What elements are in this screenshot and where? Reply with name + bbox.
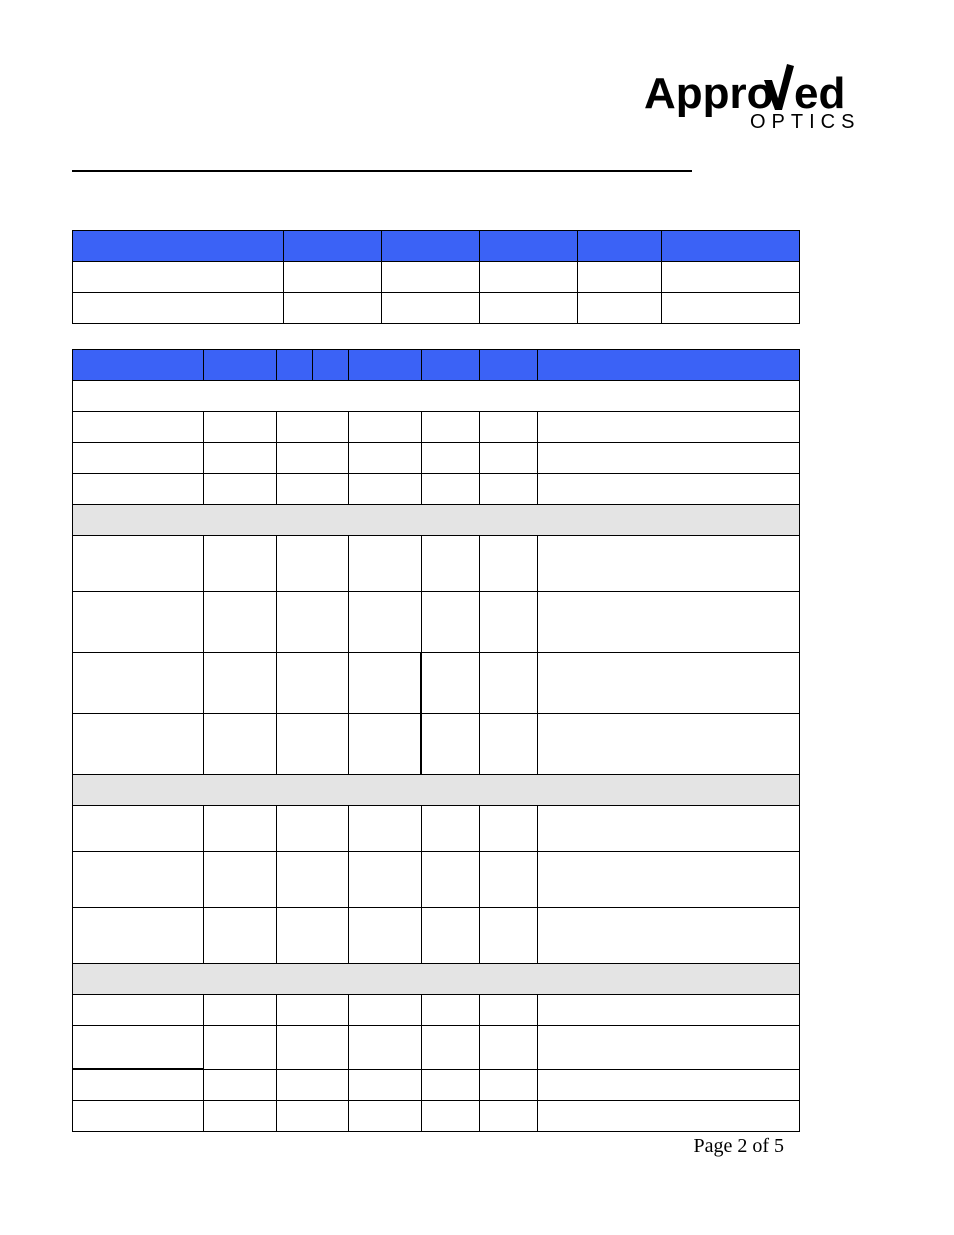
table2-group3-title — [73, 964, 800, 995]
table-row — [73, 474, 800, 505]
table1-h2 — [381, 231, 479, 262]
table-row — [73, 443, 800, 474]
table-row — [73, 995, 800, 1026]
table-row — [73, 536, 800, 592]
table2-header — [73, 350, 800, 381]
table-row — [73, 714, 800, 775]
table2-group0-title — [73, 381, 800, 412]
table1-cell — [283, 293, 381, 324]
table1-h4 — [578, 231, 662, 262]
table1-row — [73, 262, 800, 293]
title-rule — [72, 170, 692, 172]
table2-group2-title — [73, 775, 800, 806]
table2-h4 — [421, 350, 479, 381]
table-row — [73, 653, 800, 714]
table1-h0 — [73, 231, 284, 262]
table2-h2b — [313, 350, 348, 380]
table2-h0 — [73, 350, 204, 381]
table-row — [73, 1026, 800, 1070]
table-row — [73, 852, 800, 908]
table-row — [73, 592, 800, 653]
table2-group1-title — [73, 505, 800, 536]
table1-h5 — [661, 231, 799, 262]
table2-h2 — [276, 350, 349, 381]
table1-cell — [381, 262, 479, 293]
table-row — [73, 908, 800, 964]
table1-cell — [480, 293, 578, 324]
table1-cell — [283, 262, 381, 293]
table2-group-title — [73, 381, 800, 412]
svg-text:OPTICS: OPTICS — [750, 111, 860, 133]
spec-table-1 — [72, 230, 800, 324]
table1-cell — [661, 262, 799, 293]
table-row — [73, 1069, 800, 1101]
table1-cell — [480, 262, 578, 293]
table-row — [73, 1101, 800, 1132]
table2-h6 — [538, 350, 800, 381]
table2-section — [73, 964, 800, 995]
table2-section — [73, 505, 800, 536]
spec-table-2 — [72, 349, 800, 1132]
table2-h1 — [203, 350, 276, 381]
table1-cell — [578, 293, 662, 324]
table1-cell — [73, 293, 284, 324]
table1-h1 — [283, 231, 381, 262]
table2-h5 — [480, 350, 538, 381]
table1-cell — [578, 262, 662, 293]
table-row — [73, 806, 800, 852]
table1-row — [73, 293, 800, 324]
table1-h3 — [480, 231, 578, 262]
table-row — [73, 412, 800, 443]
table1-cell — [381, 293, 479, 324]
table1-cell — [661, 293, 799, 324]
table1-header — [73, 231, 800, 262]
page-number: Page 2 of 5 — [693, 1135, 784, 1158]
table2-h2a — [277, 350, 313, 380]
table2-section — [73, 775, 800, 806]
brand-logo: Appro ed OPTICS — [644, 60, 894, 140]
table1-cell — [73, 262, 284, 293]
table2-h3 — [349, 350, 422, 381]
